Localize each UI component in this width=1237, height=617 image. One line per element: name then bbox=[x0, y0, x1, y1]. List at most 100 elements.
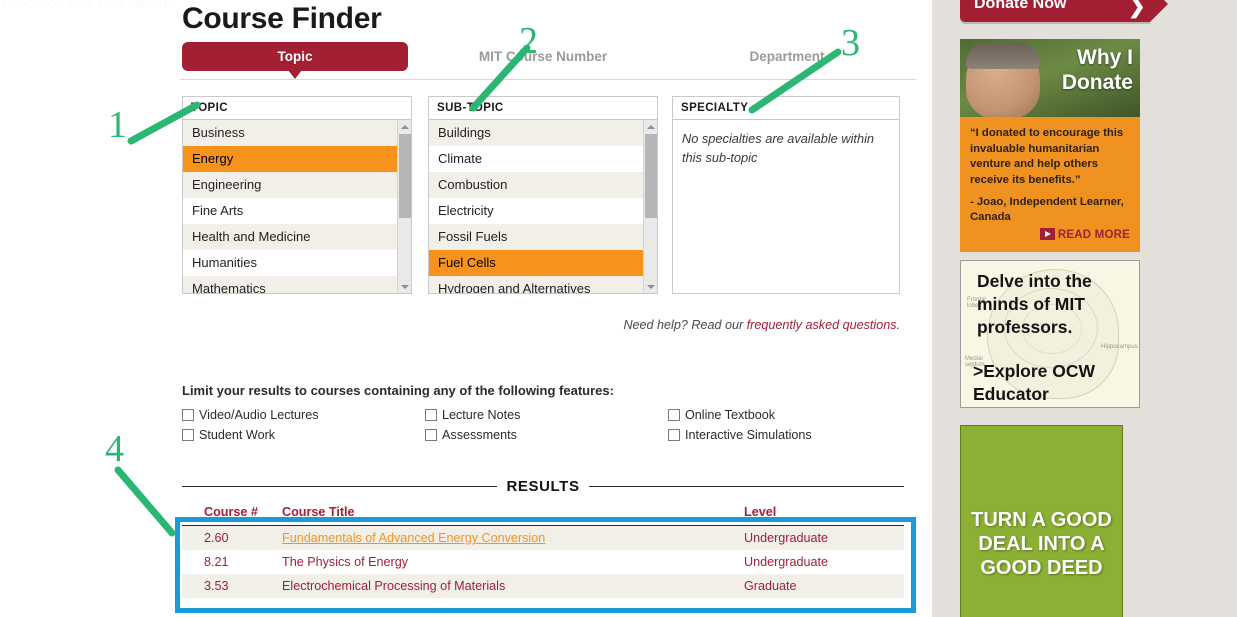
why-i-donate-heading: Why I Donate bbox=[1062, 45, 1133, 95]
column-header-course-number: Course # bbox=[204, 505, 258, 519]
subtopic-scrollbar[interactable] bbox=[643, 120, 657, 293]
play-icon bbox=[1039, 228, 1055, 240]
good-deed-text: TURN A GOOD DEAL INTO A GOOD DEED bbox=[971, 509, 1112, 579]
donor-photo: Why I Donate bbox=[960, 39, 1140, 117]
faq-help-line: Need help? Read our frequently asked que… bbox=[623, 318, 900, 332]
feature-label: Lecture Notes bbox=[442, 408, 521, 422]
good-deed-ad[interactable]: TURN A GOOD DEAL INTO A GOOD DEED bbox=[960, 425, 1123, 617]
main-content: Course Finder Topic MIT Course Number De… bbox=[180, 0, 916, 617]
educator-cta: >Explore OCW Educator bbox=[973, 361, 1096, 404]
annotation-number-3: 3 bbox=[841, 22, 860, 64]
topic-option[interactable]: Mathematics bbox=[183, 276, 397, 293]
scroll-up-arrow-icon[interactable] bbox=[398, 120, 411, 134]
scroll-down-arrow-icon[interactable] bbox=[398, 280, 411, 293]
features-filter: Limit your results to courses containing… bbox=[182, 383, 906, 442]
subtopic-scrollbar-thumb[interactable] bbox=[645, 134, 657, 218]
why-i-donate-card[interactable]: Why I Donate “I donated to encourage thi… bbox=[960, 39, 1140, 252]
features-title: Limit your results to courses containing… bbox=[182, 383, 614, 398]
table-row[interactable]: 3.53 Electrochemical Processing of Mater… bbox=[182, 574, 904, 598]
cell-course-title[interactable]: The Physics of Energy bbox=[282, 555, 744, 569]
topic-scrollbar-thumb[interactable] bbox=[399, 134, 411, 218]
topic-option[interactable]: Business bbox=[183, 120, 397, 146]
donate-now-label: Donate Now bbox=[974, 0, 1067, 12]
faq-link[interactable]: frequently asked questions bbox=[747, 318, 897, 332]
truncated-top-nav: EDUCATOR GIVE NOW ABOUT OCW bbox=[2, 0, 172, 11]
donor-hair-shape bbox=[966, 43, 1040, 69]
column-header-course-title: Course Title bbox=[282, 505, 355, 519]
table-row[interactable]: 8.21 The Physics of Energy Undergraduate bbox=[182, 550, 904, 574]
faq-prefix: Need help? Read our bbox=[623, 318, 747, 332]
table-row[interactable]: 2.60 Fundamentals of Advanced Energy Con… bbox=[182, 526, 904, 550]
tab-topic-label: Topic bbox=[277, 49, 313, 64]
checkbox-icon[interactable] bbox=[425, 429, 437, 441]
cell-course-number: 2.60 bbox=[204, 531, 229, 545]
cell-course-title: Fundamentals of Advanced Energy Conversi… bbox=[282, 531, 744, 545]
specialty-empty-message: No specialties are available within this… bbox=[682, 131, 875, 165]
checkbox-icon[interactable] bbox=[182, 409, 194, 421]
topic-panel: TOPIC Business Energy Engineering Fine A… bbox=[182, 96, 412, 294]
topic-scrollbar[interactable] bbox=[397, 120, 411, 293]
topic-option[interactable]: Engineering bbox=[183, 172, 397, 198]
subtopic-option[interactable]: Hydrogen and Alternatives bbox=[429, 276, 643, 293]
checkbox-icon[interactable] bbox=[668, 429, 680, 441]
subtopic-option[interactable]: Climate bbox=[429, 146, 643, 172]
scroll-up-arrow-icon[interactable] bbox=[644, 120, 657, 134]
tab-topic[interactable]: Topic bbox=[182, 42, 408, 79]
course-finder-page: EDUCATOR GIVE NOW ABOUT OCW Course Finde… bbox=[0, 0, 1237, 617]
subtopic-option[interactable]: Combustion bbox=[429, 172, 643, 198]
educator-headline: Delve into the minds of MIT professors. bbox=[977, 271, 1092, 337]
tab-mit-course-number[interactable]: MIT Course Number bbox=[430, 42, 656, 71]
column-header-level: Level bbox=[744, 505, 777, 519]
feature-online-textbook[interactable]: Online Textbook bbox=[668, 408, 906, 422]
feature-lecture-notes[interactable]: Lecture Notes bbox=[425, 408, 668, 422]
annotation-number-1: 1 bbox=[108, 104, 127, 146]
checkbox-icon[interactable] bbox=[668, 409, 680, 421]
donate-button-arrow-shape bbox=[1150, 0, 1168, 22]
checkbox-icon[interactable] bbox=[182, 429, 194, 441]
subtopic-option[interactable]: Fossil Fuels bbox=[429, 224, 643, 250]
checkbox-icon[interactable] bbox=[425, 409, 437, 421]
donor-quote: “I donated to encourage this invaluable … bbox=[970, 127, 1124, 186]
topic-list[interactable]: Business Energy Engineering Fine Arts He… bbox=[183, 120, 397, 293]
topic-list-wrap: Business Energy Engineering Fine Arts He… bbox=[183, 120, 411, 293]
topic-option[interactable]: Fine Arts bbox=[183, 198, 397, 224]
topic-option-selected[interactable]: Energy bbox=[183, 146, 397, 172]
donate-now-button[interactable]: Donate Now bbox=[960, 0, 1150, 22]
brain-label-hippocampus: Hippocampus bbox=[1101, 344, 1138, 350]
feature-interactive-simulations[interactable]: Interactive Simulations bbox=[668, 428, 906, 442]
scroll-down-arrow-icon[interactable] bbox=[644, 280, 657, 293]
ocw-educator-ad[interactable]: Frontal lobes Medial septum Hippocampus … bbox=[960, 260, 1140, 408]
topic-option[interactable]: Health and Medicine bbox=[183, 224, 397, 250]
read-more-label: READ MORE bbox=[1057, 229, 1130, 241]
cell-course-title[interactable]: Electrochemical Processing of Materials bbox=[282, 579, 744, 593]
tabs-divider bbox=[180, 79, 916, 80]
feature-label: Online Textbook bbox=[685, 408, 776, 422]
page-title: Course Finder bbox=[182, 2, 382, 35]
results-heading: RESULTS bbox=[506, 477, 580, 495]
feature-student-work[interactable]: Student Work bbox=[182, 428, 425, 442]
subtopic-panel-header: SUB-TOPIC bbox=[429, 97, 657, 120]
course-title-link[interactable]: Fundamentals of Advanced Energy Conversi… bbox=[282, 531, 545, 545]
search-mode-tabs: Topic MIT Course Number Department bbox=[180, 42, 916, 80]
feature-assessments[interactable]: Assessments bbox=[425, 428, 668, 442]
feature-label: Student Work bbox=[199, 428, 276, 442]
subtopic-option-selected[interactable]: Fuel Cells bbox=[429, 250, 643, 276]
why-heading-line1: Why I bbox=[1077, 46, 1133, 69]
feature-label: Assessments bbox=[442, 428, 517, 442]
cell-course-number: 8.21 bbox=[204, 555, 229, 569]
subtopic-option[interactable]: Buildings bbox=[429, 120, 643, 146]
feature-video-audio-lectures[interactable]: Video/Audio Lectures bbox=[182, 408, 425, 422]
topic-option[interactable]: Humanities bbox=[183, 250, 397, 276]
selector-panels: TOPIC Business Energy Engineering Fine A… bbox=[180, 96, 916, 294]
divider-line-right bbox=[588, 485, 904, 487]
subtopic-option[interactable]: Electricity bbox=[429, 198, 643, 224]
donor-attribution: - Joao, Independent Learner, Canada bbox=[970, 196, 1124, 223]
topic-panel-header: TOPIC bbox=[183, 97, 411, 120]
tab-department[interactable]: Department bbox=[674, 42, 900, 71]
annotation-arrow-4 bbox=[114, 466, 176, 537]
features-grid: Video/Audio Lectures Lecture Notes Onlin… bbox=[182, 408, 906, 442]
cell-level: Undergraduate bbox=[744, 531, 829, 545]
cell-course-number: 3.53 bbox=[204, 579, 229, 593]
read-more-link[interactable]: READ MORE bbox=[970, 228, 1130, 244]
subtopic-list[interactable]: Buildings Climate Combustion Electricity… bbox=[429, 120, 643, 293]
